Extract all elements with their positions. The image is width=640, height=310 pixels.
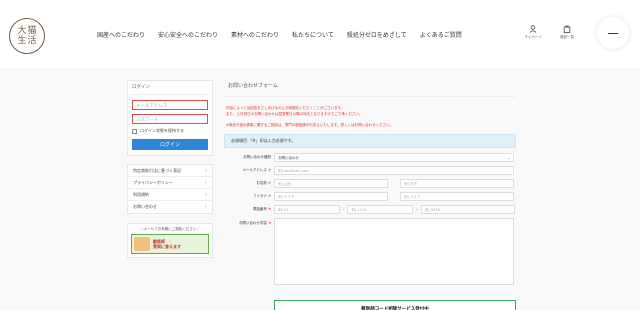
sidebar-item-tokushoho[interactable]: 特定商取引法に基づく表記 › (128, 165, 212, 177)
site-header: 大 猫 生 活 国産へのこだわり 安心安全へのこだわり 素材へのこだわり 私たち… (0, 0, 640, 68)
first-name-field[interactable]: 例) 花子 (400, 179, 514, 188)
required-mark: ※ (268, 181, 271, 185)
sidebar-item-label: 特定商取引法に基づく表記 (133, 167, 181, 173)
page-title: お問い合わせフォーム (224, 80, 516, 97)
login-title: ログイン (132, 84, 208, 95)
logo-char: 活 (27, 36, 37, 46)
first-name-kana-field[interactable]: 例) ハナコ (400, 192, 514, 201)
login-button[interactable]: ログイン (132, 139, 208, 150)
products-label: 商品一覧 (560, 35, 574, 39)
cat-photo (134, 237, 150, 251)
last-name-field[interactable]: 例) 山田 (274, 179, 388, 188)
phone-label: 電話番号 (252, 207, 267, 211)
email-input[interactable]: メールアドレス (132, 100, 208, 110)
sidebar-item-contact[interactable]: お問い合わせ › (128, 201, 212, 213)
phone-last-field[interactable]: 例) 5678 (420, 205, 515, 214)
logo-char: 大 (17, 26, 27, 36)
remember-checkbox[interactable] (132, 128, 137, 134)
banner-line2: 質問に答えます (153, 244, 181, 249)
mypage-label: マイページ (524, 35, 542, 39)
type-row: お問い合わせ種別 お問い合わせ ⌄ (224, 153, 516, 162)
mypage-link[interactable]: マイページ (518, 25, 548, 40)
required-mark: ※ (268, 194, 271, 198)
phone-row: 電話番号 ※ 例) 03 - 例) 1234 - 例) 5678 (224, 205, 516, 214)
sidebar-item-label: 利用規約 (133, 191, 149, 197)
login-panel: ログイン メールアドレス パスワード ログイン状態を保持する ログイン (127, 80, 213, 156)
inquiry-type-value: お問い合わせ (278, 156, 299, 160)
sidebar-item-label: お問い合わせ (133, 204, 157, 209)
inquiry-type-select[interactable]: お問い合わせ ⌄ (274, 153, 514, 162)
cart-icon (563, 25, 571, 33)
chevron-right-icon: › (205, 179, 207, 186)
main-nav: 国産へのこだわり 安心安全へのこだわり 素材へのこだわり 私たちについて 殺処分… (97, 30, 462, 39)
kana-row: フリガナ ※ 例) ヤマダ 例) ハナコ (224, 192, 516, 201)
form-notice: 内容によっては回答をさしあげるのにお時間をいただくことがございます。 また、土日… (224, 106, 516, 117)
nav-materials[interactable]: 素材へのこだわり (231, 30, 279, 39)
sidebar-item-terms[interactable]: 利用規約 › (128, 189, 212, 201)
chevron-right-icon: › (205, 204, 207, 210)
vet-consult-cta-button[interactable]: 獣医師コード相談サービス受付中 (274, 300, 516, 310)
chevron-right-icon: › (205, 191, 207, 198)
required-note: 必須項目 「※」印は入力必須です。 (224, 134, 516, 148)
notice-line: 内容によっては回答をさしあげるのにお時間をいただくことがございます。 (226, 106, 345, 110)
nav-safety[interactable]: 安心安全へのこだわり (158, 30, 218, 39)
sidebar-menu: 特定商取引法に基づく表記 › プライバシーポリシー › 利用規約 › お問い合わせ › (127, 164, 213, 214)
nav-zero-euthanasia[interactable]: 殺処分ゼロをめざして (347, 30, 407, 39)
email-field[interactable]: 例) abc@abc.com (274, 166, 514, 175)
required-mark: ※ (268, 168, 271, 172)
password-input[interactable]: パスワード (132, 114, 208, 124)
remember-row: ログイン状態を保持する (132, 128, 208, 134)
hamburger-menu-button[interactable] (597, 17, 629, 49)
type-label: お問い合わせ種別 (243, 155, 271, 159)
message-textarea[interactable] (274, 218, 514, 285)
nav-faq[interactable]: よくあるご質問 (420, 30, 462, 39)
name-row: お名前 ※ 例) 山田 例) 花子 (224, 179, 516, 188)
products-link[interactable]: 商品一覧 (552, 25, 582, 40)
logo-char: 生 (17, 36, 27, 46)
notice-line: また、土日祝日のお問い合わせは翌営業日以降の対応となりますのでご了承ください。 (226, 112, 363, 116)
phone-middle-field[interactable]: 例) 1234 (347, 205, 414, 214)
chevron-down-icon: ⌄ (507, 156, 510, 160)
email-label: メールアドレス (242, 168, 267, 172)
sidebar: ログイン メールアドレス パスワード ログイン状態を保持する ログイン 特定商取… (127, 80, 213, 258)
site-logo[interactable]: 大 猫 生 活 (9, 18, 45, 54)
user-icon (529, 25, 537, 33)
vet-consult-banner[interactable]: ＼メールでお気軽にご相談ください／ 獣医師 質問に答えます (127, 223, 213, 258)
message-label: お問い合わせ内容 (238, 221, 267, 225)
remember-label: ログイン状態を保持する (140, 128, 184, 133)
required-mark: ※ (268, 221, 271, 225)
menu-icon (608, 32, 618, 34)
message-row: お問い合わせ内容 ※ (224, 218, 516, 285)
banner-heading: ＼メールでお気軽にご相談ください／ (140, 227, 200, 231)
required-mark: ※ (268, 207, 271, 211)
last-name-kana-field[interactable]: 例) ヤマダ (274, 192, 388, 201)
name-label: お名前 (256, 181, 267, 185)
phone-separator: - (416, 207, 418, 212)
banner-image: 獣医師 質問に答えます (131, 234, 209, 254)
sidebar-item-label: プライバシーポリシー (133, 179, 173, 185)
phone-area-field[interactable]: 例) 03 (274, 205, 340, 214)
sidebar-item-privacy[interactable]: プライバシーポリシー › (128, 177, 212, 189)
vet-notice: ※商品や猫の健康に関するご相談は、専門の獣医師がお答えいたします。詳しくはお問い… (226, 123, 394, 127)
nav-domestic[interactable]: 国産へのこだわり (97, 30, 145, 39)
nav-about[interactable]: 私たちについて (292, 30, 334, 39)
contact-form-section: お問い合わせフォーム 内容によっては回答をさしあげるのにお時間をいただくことがご… (224, 80, 516, 285)
chevron-right-icon: › (205, 167, 207, 174)
logo-char: 猫 (27, 26, 37, 36)
kana-label: フリガナ (252, 194, 267, 198)
phone-separator: - (343, 207, 345, 212)
email-row: メールアドレス ※ 例) abc@abc.com (224, 166, 516, 175)
